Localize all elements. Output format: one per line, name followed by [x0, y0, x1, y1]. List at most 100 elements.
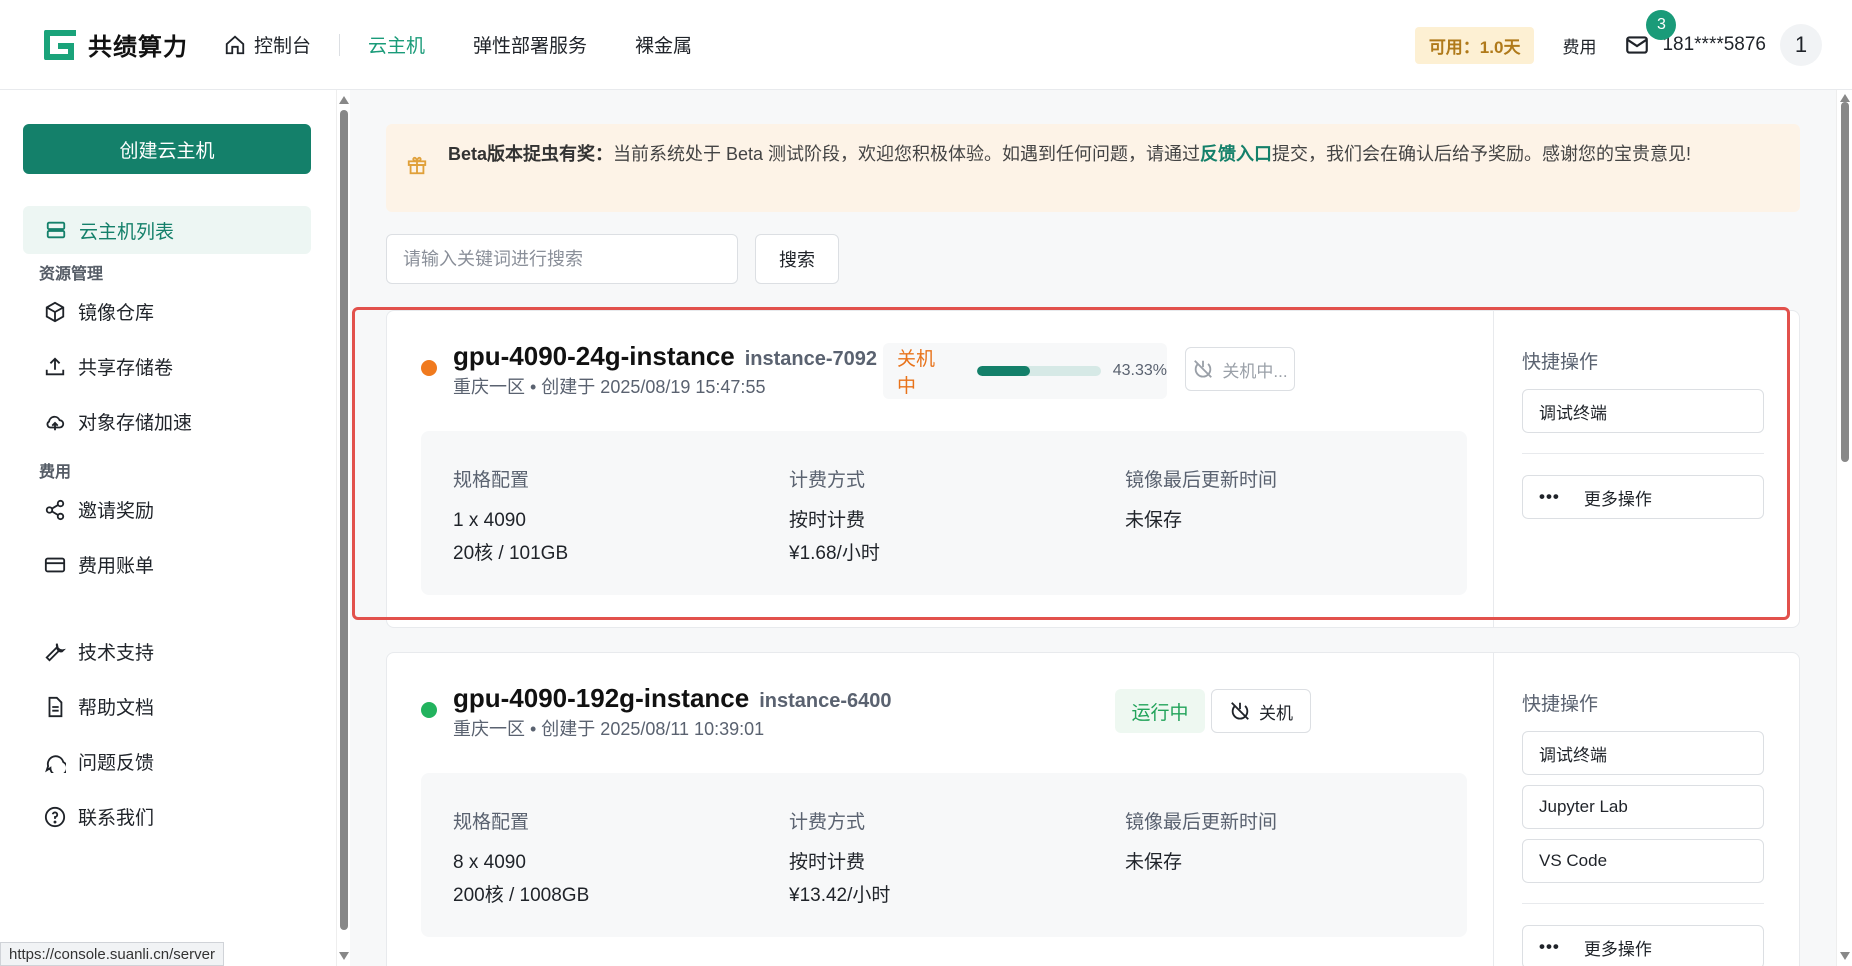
nav-elastic-deploy[interactable]: 弹性部署服务: [473, 31, 587, 58]
status-text: 运行中: [1131, 702, 1189, 724]
main-content: Beta版本捉虫有奖：当前系统处于 Beta 测试阶段，欢迎您积极体验。如遇到任…: [350, 90, 1836, 966]
scroll-up-arrow-icon[interactable]: [339, 96, 349, 104]
sidebar-item-shared-volume[interactable]: 共享存储卷: [44, 353, 173, 380]
search-button[interactable]: 搜索: [755, 234, 839, 284]
vscode-button[interactable]: VS Code: [1522, 839, 1764, 883]
image-column: 镜像最后更新时间 未保存: [1125, 465, 1277, 537]
billing-price: ¥13.42/小时: [789, 885, 891, 906]
sidebar-item-label: 费用账单: [78, 556, 155, 577]
nav-divider: [339, 33, 341, 56]
status-box: 运行中: [1115, 689, 1205, 733]
cube-icon: [45, 301, 65, 322]
nav-console[interactable]: 控制台: [224, 31, 311, 58]
user-phone[interactable]: 181****5876: [1662, 34, 1766, 56]
quick-actions-panel: 快捷操作 调试终端 ••• 更多操作: [1493, 311, 1801, 627]
spec-label: 规格配置: [453, 470, 530, 491]
debug-terminal-button[interactable]: 调试终端: [1522, 389, 1764, 433]
upload-tray-icon: [45, 356, 65, 375]
cloud-icon: [46, 415, 65, 430]
progress-percent: 43.33%: [1112, 362, 1167, 379]
debug-terminal-button[interactable]: 调试终端: [1522, 731, 1764, 775]
beta-text-2: 提交，我们会在确认后给予奖励。感谢您的宝贵意见!: [1272, 144, 1692, 164]
progress-bar: [976, 366, 1101, 376]
sidebar-item-object-storage[interactable]: 对象存储加速: [44, 408, 192, 435]
spec-panel: 规格配置 1 x 4090 20核 / 101GB 计费方式 按时计费 ¥1.6…: [421, 431, 1467, 595]
server-list-icon: [46, 221, 66, 239]
share-icon: [45, 499, 65, 520]
gift-icon: [407, 156, 427, 175]
credit-card-icon: [44, 557, 66, 572]
more-actions-button[interactable]: ••• 更多操作: [1522, 475, 1764, 519]
home-icon: [225, 35, 245, 54]
sidebar-item-label: 邀请奖励: [78, 501, 155, 522]
feedback-link[interactable]: 反馈入口: [1200, 144, 1272, 164]
power-off-icon: [1231, 702, 1249, 720]
sidebar-item-feedback[interactable]: 问题反馈: [44, 748, 154, 775]
sidebar-scroll-thumb[interactable]: [340, 110, 348, 930]
billing-column: 计费方式 按时计费 ¥1.68/小时: [789, 465, 880, 570]
sidebar-item-help-docs[interactable]: 帮助文档: [44, 693, 154, 720]
mail-button[interactable]: 3: [1624, 10, 1677, 58]
sidebar-item-label: 共享存储卷: [78, 358, 174, 379]
scroll-down-arrow-icon[interactable]: [339, 952, 349, 960]
image-column: 镜像最后更新时间 未保存: [1125, 807, 1277, 879]
nav-bare-metal[interactable]: 裸金属: [635, 31, 692, 58]
sidebar: 创建云主机 云主机列表 资源管理 镜像仓库 共享存储卷 对象存储加速 费用 邀请…: [0, 90, 336, 966]
scroll-up-arrow-icon[interactable]: [1840, 94, 1850, 102]
spec-gpu: 8 x 4090: [453, 852, 526, 873]
divider: [1522, 903, 1764, 904]
power-button-label: 关机: [1259, 703, 1293, 723]
instance-name-text: gpu-4090-24g-instance: [453, 341, 735, 371]
nav-cloud-host[interactable]: 云主机: [368, 31, 425, 58]
status-dot: [421, 702, 437, 718]
quick-actions-title: 快捷操作: [1522, 352, 1599, 373]
page-scrollbar[interactable]: [1836, 90, 1852, 966]
divider: [1522, 453, 1764, 454]
more-actions-label: 更多操作: [1583, 939, 1652, 959]
scroll-down-arrow-icon[interactable]: [1840, 952, 1850, 960]
sidebar-item-billing[interactable]: 费用账单: [44, 551, 154, 578]
instance-name[interactable]: gpu-4090-192g-instance instance-6400: [453, 683, 892, 714]
sidebar-item-invite-reward[interactable]: 邀请奖励: [44, 496, 154, 523]
spec-panel: 规格配置 8 x 4090 200核 / 1008GB 计费方式 按时计费 ¥1…: [421, 773, 1467, 937]
logo[interactable]: 共绩算力: [44, 27, 188, 62]
power-button[interactable]: 关机中...: [1185, 347, 1295, 391]
more-actions-button[interactable]: ••• 更多操作: [1522, 925, 1764, 966]
billing-column: 计费方式 按时计费 ¥13.42/小时: [789, 807, 890, 912]
sidebar-item-label: 镜像仓库: [78, 303, 155, 324]
spec-gpu: 1 x 4090: [453, 510, 526, 531]
sidebar-item-contact-us[interactable]: 联系我们: [44, 803, 154, 830]
fee-link[interactable]: 费用: [1562, 33, 1596, 58]
instance-name[interactable]: gpu-4090-24g-instance instance-7092: [453, 341, 877, 372]
spec-cpu-mem: 200核 / 1008GB: [453, 885, 590, 906]
power-off-icon: [1194, 360, 1213, 378]
image-value: 未保存: [1125, 510, 1183, 531]
instance-card: gpu-4090-24g-instance instance-7092 重庆一区 …: [386, 310, 1800, 628]
sidebar-group-fee: 费用: [39, 464, 72, 481]
page-scroll-thumb[interactable]: [1841, 102, 1849, 462]
nav-console-label: 控制台: [254, 36, 312, 57]
status-box: 关机中 43.33%: [883, 343, 1167, 399]
sidebar-item-tech-support[interactable]: 技术支持: [44, 638, 154, 665]
jupyter-lab-button[interactable]: Jupyter Lab: [1522, 785, 1764, 829]
search-input[interactable]: [386, 234, 738, 284]
sidebar-scrollbar[interactable]: [336, 90, 350, 966]
billing-label: 计费方式: [789, 812, 866, 833]
sidebar-item-cloud-host-list[interactable]: 云主机列表: [23, 206, 311, 254]
sidebar-item-image-repo[interactable]: 镜像仓库: [44, 298, 154, 325]
spec-column: 规格配置 1 x 4090 20核 / 101GB: [453, 465, 568, 570]
spec-label: 规格配置: [453, 812, 530, 833]
create-cloud-host-button[interactable]: 创建云主机: [23, 124, 311, 174]
quick-actions-panel: 快捷操作 调试终端 Jupyter Lab VS Code ••• 更多操作: [1493, 653, 1801, 966]
spec-cpu-mem: 20核 / 101GB: [453, 543, 569, 564]
beta-title: Beta版本捉虫有奖：: [448, 144, 614, 164]
progress-bar-fill: [976, 366, 1031, 376]
power-button[interactable]: 关机: [1211, 689, 1311, 733]
sidebar-item-label: 问题反馈: [78, 753, 155, 774]
avatar[interactable]: 1: [1780, 24, 1822, 66]
sidebar-item-label: 云主机列表: [79, 221, 175, 243]
billing-type: 按时计费: [789, 852, 866, 873]
more-dots-icon: •••: [1539, 937, 1560, 956]
image-label: 镜像最后更新时间: [1125, 470, 1278, 491]
status-text: 关机中: [897, 349, 936, 397]
